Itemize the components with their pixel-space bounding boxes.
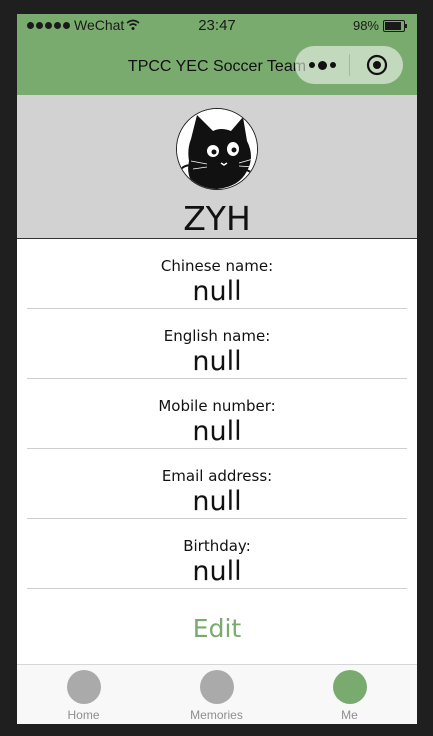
info-value: null: [192, 556, 242, 587]
tab-home[interactable]: Home: [17, 665, 150, 724]
battery-icon: [383, 19, 407, 32]
avatar[interactable]: [176, 108, 258, 190]
info-item-mobile-number: Mobile number: null: [27, 379, 407, 449]
tab-label: Home: [67, 708, 100, 722]
info-label: English name:: [163, 327, 271, 345]
tab-memories[interactable]: Memories: [150, 665, 283, 724]
phone-screen: WeChat 23:47 98% TPCC YEC Soccer Team ZY…: [17, 14, 417, 724]
info-value: null: [192, 346, 242, 377]
tab-label: Memories: [190, 708, 243, 722]
info-label: Email address:: [161, 467, 273, 485]
info-item-birthday: Birthday: null: [27, 519, 407, 589]
home-icon: [66, 670, 101, 704]
info-value: null: [192, 486, 242, 517]
navigation-bar: TPCC YEC Soccer Team: [17, 38, 417, 95]
info-value: null: [192, 276, 242, 307]
info-value: null: [192, 416, 242, 447]
info-label: Chinese name:: [160, 257, 274, 275]
status-bar: WeChat 23:47 98%: [17, 14, 417, 38]
user-name: ZYH: [183, 199, 251, 238]
profile-info-list: Chinese name: null English name: null Mo…: [27, 239, 407, 589]
info-item-chinese-name: Chinese name: null: [27, 239, 407, 309]
edit-button[interactable]: Edit: [17, 614, 417, 643]
close-mini-program-icon[interactable]: [350, 46, 403, 84]
memories-icon: [199, 670, 234, 704]
more-options-icon[interactable]: [295, 46, 349, 84]
profile-header: ZYH: [17, 95, 417, 239]
cat-avatar-image: [177, 109, 257, 189]
me-icon: [332, 670, 367, 704]
tab-me[interactable]: Me: [283, 665, 416, 724]
status-bar-right: 98%: [352, 18, 407, 33]
tab-bar: Home Memories Me: [17, 664, 417, 724]
battery-percent: 98%: [352, 18, 379, 33]
info-label: Mobile number:: [158, 397, 276, 415]
tab-label: Me: [341, 708, 358, 722]
info-label: Birthday:: [183, 537, 251, 555]
mini-program-capsule: [295, 46, 403, 84]
info-item-english-name: English name: null: [27, 309, 407, 379]
info-item-email-address: Email address: null: [27, 449, 407, 519]
